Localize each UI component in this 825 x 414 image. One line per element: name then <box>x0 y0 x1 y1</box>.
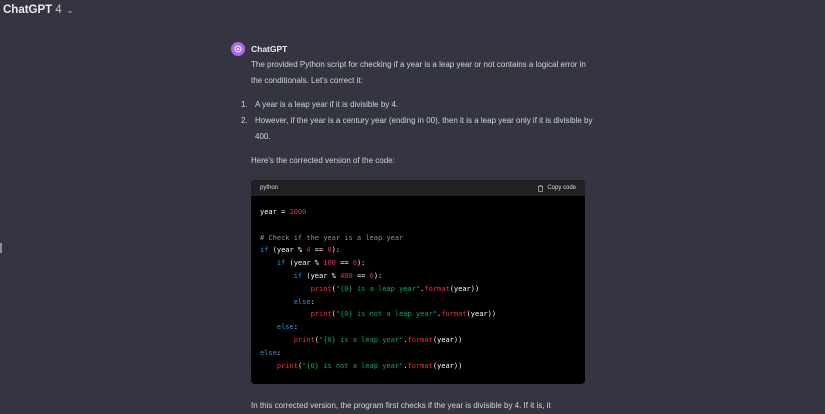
list-number: 2. <box>241 116 248 125</box>
code-line: print("{0} is a leap year".format(year)) <box>310 284 480 293</box>
code-header: python Copy code <box>251 180 585 196</box>
code-line: if (year % 400 == 0): <box>293 271 383 280</box>
intro-paragraph: The provided Python script for checking … <box>251 60 586 85</box>
message-author: ChatGPT <box>251 44 288 54</box>
code-line: else: <box>293 297 315 306</box>
code-line: print("{0} is not a leap year".format(ye… <box>276 361 463 370</box>
code-line: else: <box>260 348 282 357</box>
code-line: print("{0} is a leap year".format(year)) <box>293 335 463 344</box>
code-line: if (year % 100 == 0): <box>276 259 366 268</box>
clipboard-icon <box>538 184 544 192</box>
model-selector[interactable]: ChatGPT 4 ⌄ <box>3 4 73 16</box>
model-version: 4 <box>55 4 62 16</box>
list-text: A year is a leap year if it is divisible… <box>255 100 399 109</box>
code-line: # Check if the year is a leap year <box>260 233 404 242</box>
outro-paragraph: In this corrected version, the program f… <box>251 401 551 410</box>
lead-in-paragraph: Here's the corrected version of the code… <box>251 156 395 165</box>
list-item: 2. However, if the year is a century yea… <box>241 113 596 145</box>
code-block: python Copy code year = 2000 # Check if … <box>251 180 585 384</box>
copy-code-button[interactable]: Copy code <box>537 184 576 192</box>
model-name: ChatGPT <box>3 4 53 16</box>
list-number: 1. <box>241 100 248 109</box>
sidebar-resize-handle[interactable] <box>0 243 2 253</box>
code-language: python <box>260 185 279 191</box>
code-line: year = 2000 <box>260 208 307 216</box>
code-content: year = 2000 # Check if the year is a lea… <box>251 196 585 372</box>
code-line: else: <box>276 323 298 332</box>
code-line: print("{0} is not a leap year".format(ye… <box>310 310 497 319</box>
chevron-down-icon: ⌄ <box>66 5 74 15</box>
code-line: if (year % 4 == 0): <box>260 246 341 255</box>
message-body: The provided Python script for checking … <box>241 57 596 169</box>
list-text: However, if the year is a century year (… <box>255 116 593 141</box>
copy-code-label: Copy code <box>547 185 576 191</box>
openai-logo-glyph <box>234 45 242 53</box>
openai-logo-icon <box>231 42 245 56</box>
rules-list: 1. A year is a leap year if it is divisi… <box>241 97 596 145</box>
top-bar: ChatGPT 4 ⌄ <box>0 0 825 22</box>
list-item: 1. A year is a leap year if it is divisi… <box>241 97 596 113</box>
